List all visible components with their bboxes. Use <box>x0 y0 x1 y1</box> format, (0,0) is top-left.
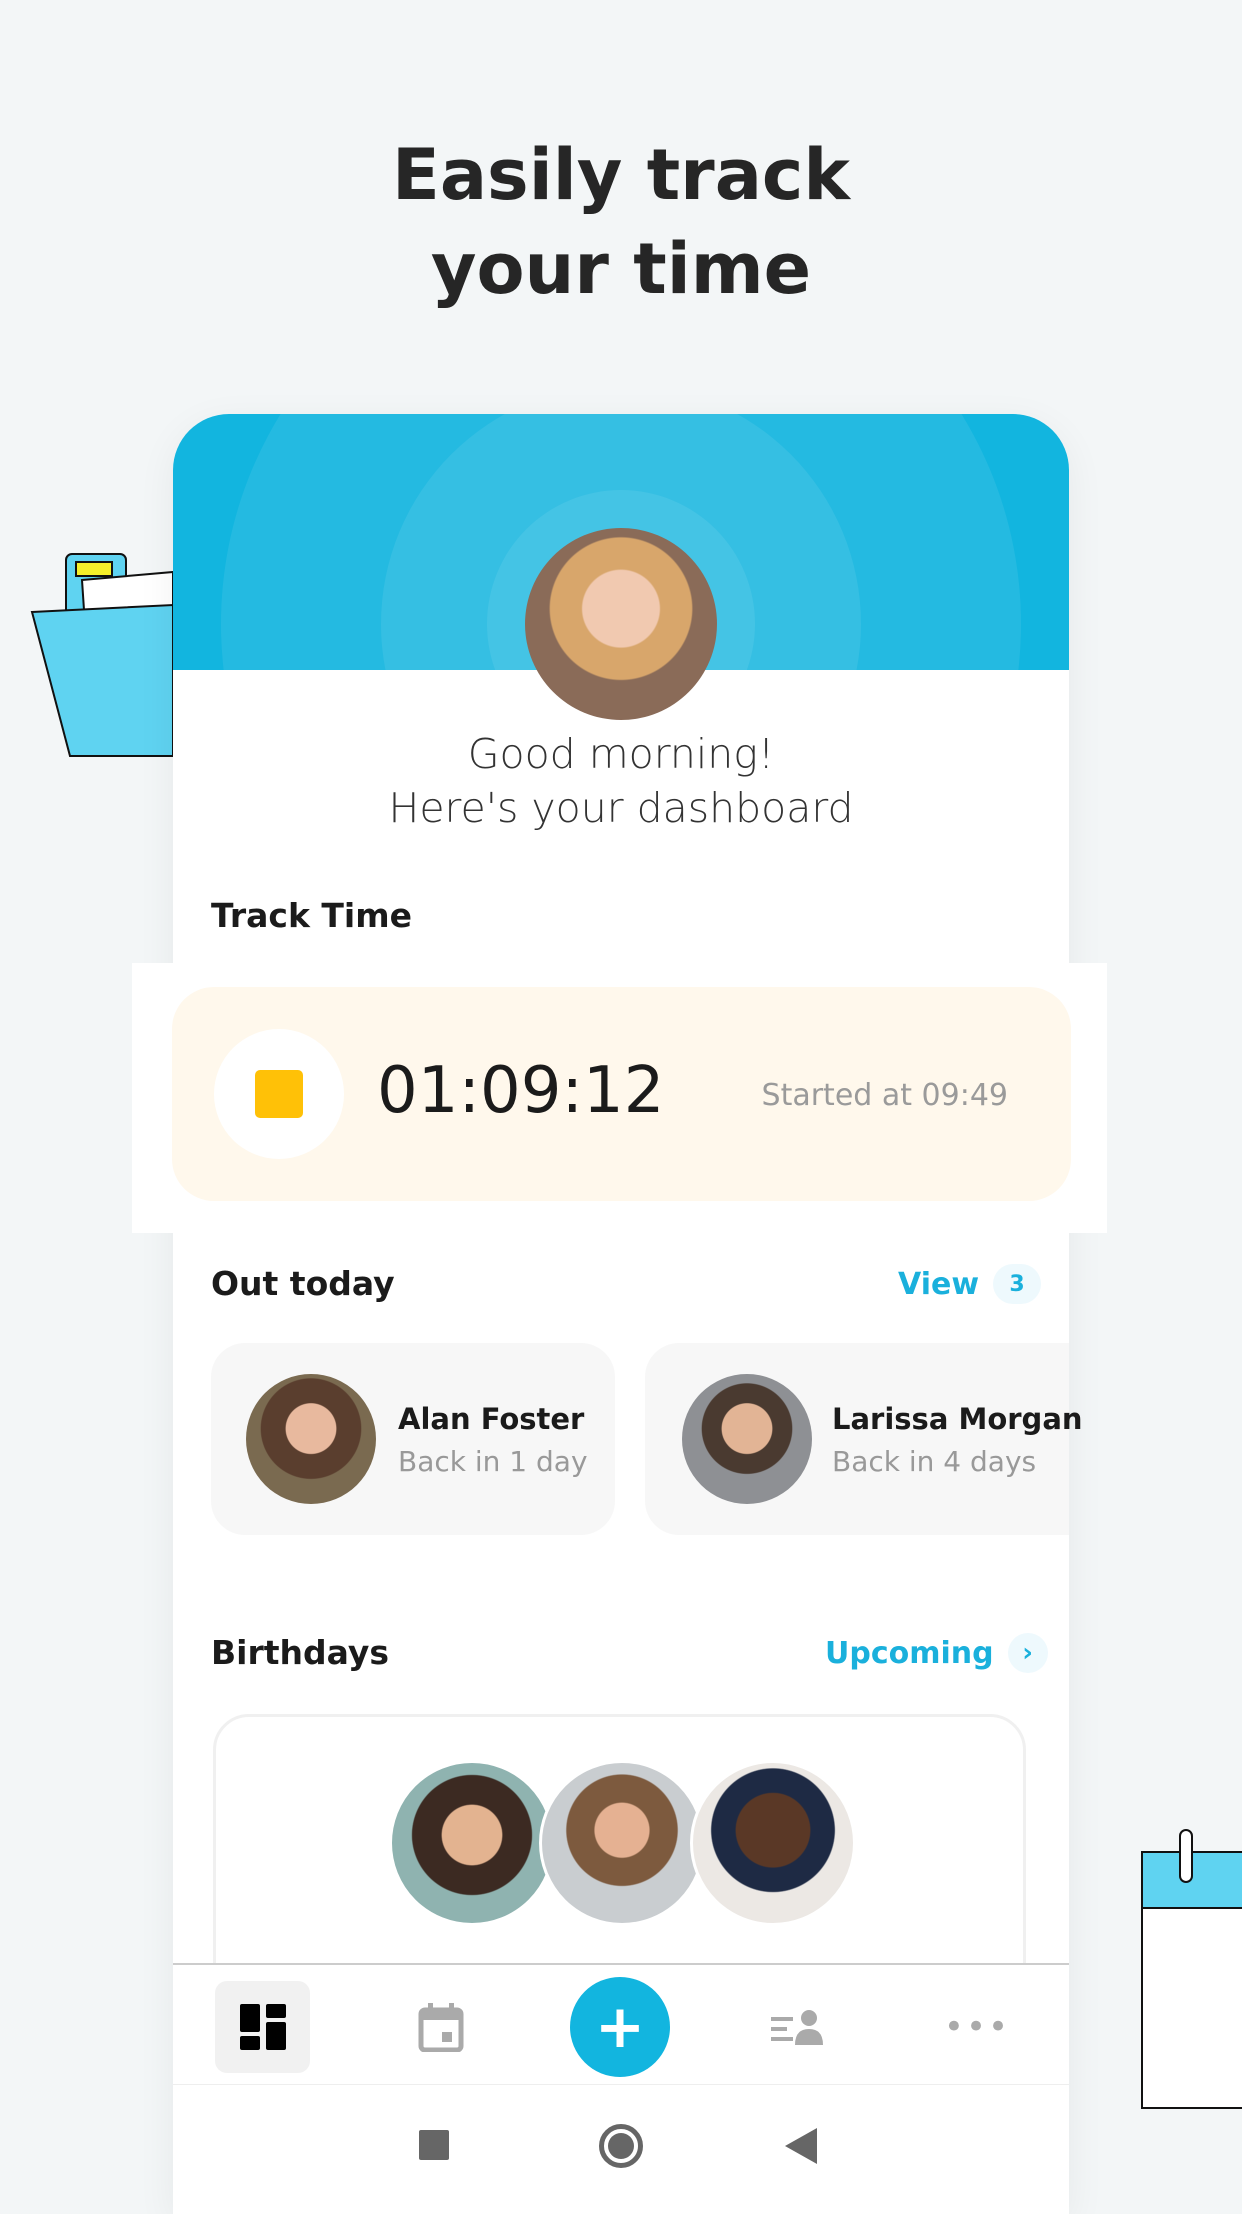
nav-people[interactable] <box>747 1995 847 2059</box>
person-name: Alan Foster <box>398 1402 585 1436</box>
people-list-icon <box>771 2010 823 2045</box>
greeting-line-2: Here's your dashboard <box>388 784 854 832</box>
headline-line-1: Easily track <box>392 134 850 216</box>
timer-elapsed: 01:09:12 <box>377 1054 665 1128</box>
folder-illustration-icon <box>30 553 174 757</box>
person-avatar <box>682 1374 812 1504</box>
nav-more[interactable]: ••• <box>927 1995 1027 2059</box>
birthdays-title: Birthdays <box>211 1633 390 1672</box>
out-count-badge: 3 <box>993 1264 1042 1304</box>
back-icon[interactable] <box>785 2128 817 2164</box>
birthday-avatar <box>389 1760 555 1926</box>
calendar-illustration-icon <box>1141 1829 1242 2109</box>
out-today-title: Out today <box>211 1264 395 1303</box>
person-avatar <box>246 1374 376 1504</box>
add-icon: + <box>594 1992 646 2062</box>
system-nav <box>173 2084 1069 2208</box>
view-label: View <box>898 1266 980 1302</box>
recents-icon[interactable] <box>419 2130 449 2160</box>
stop-icon <box>255 1070 303 1118</box>
person-status: Back in 1 day <box>398 1445 588 1478</box>
nav-calendar[interactable] <box>391 1995 491 2059</box>
home-icon[interactable] <box>599 2124 643 2168</box>
birthday-avatar <box>690 1760 856 1926</box>
person-name: Larissa Morgan <box>832 1402 1083 1436</box>
view-out-today-link[interactable]: View 3 <box>898 1264 1042 1304</box>
nav-dashboard[interactable] <box>215 1981 310 2073</box>
chevron-right-icon: › <box>1007 1633 1048 1673</box>
more-icon: ••• <box>943 2007 1011 2047</box>
dashboard-icon <box>239 2004 286 2050</box>
person-status: Back in 4 days <box>832 1445 1037 1478</box>
user-avatar[interactable] <box>525 528 717 720</box>
greeting-line-1: Good morning! <box>467 730 775 778</box>
upcoming-label: Upcoming <box>825 1635 994 1671</box>
birthday-avatar <box>539 1760 705 1926</box>
calendar-icon <box>418 2003 464 2052</box>
timer-started: Started at 09:49 <box>761 1078 1008 1113</box>
headline-line-2: your time <box>430 228 812 310</box>
upcoming-birthdays-link[interactable]: Upcoming › <box>825 1633 1048 1673</box>
headline: Easily track your time <box>0 128 1242 316</box>
stop-button[interactable] <box>214 1029 344 1159</box>
bottom-nav: + ••• <box>173 1963 1069 2084</box>
add-button[interactable]: + <box>570 1977 670 2077</box>
track-time-title: Track Time <box>211 896 413 935</box>
